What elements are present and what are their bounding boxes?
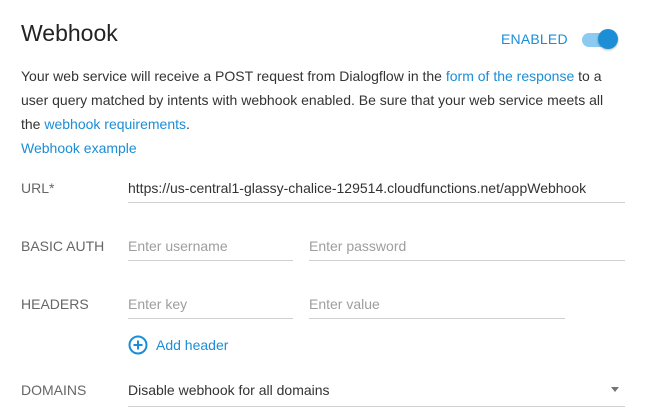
password-field-container [309, 234, 625, 261]
plus-circle-icon [128, 335, 148, 355]
form-of-response-link[interactable]: form of the response [446, 68, 574, 84]
password-input[interactable] [309, 234, 625, 258]
webhook-enabled-toggle[interactable] [582, 29, 618, 49]
headers-label: HEADERS [21, 296, 89, 312]
url-field-container [128, 176, 625, 203]
url-input[interactable] [128, 176, 625, 200]
toggle-thumb [598, 29, 618, 49]
caret-down-icon [611, 387, 619, 392]
header-key-input[interactable] [128, 292, 293, 316]
domains-label: DOMAINS [21, 382, 87, 398]
page-title: Webhook [21, 20, 118, 46]
domains-select[interactable]: Disable webhook for all domains [128, 380, 625, 407]
domains-selected-value: Disable webhook for all domains [128, 382, 330, 398]
description-text-3: . [186, 116, 190, 132]
description-text-1: Your web service will receive a POST req… [21, 68, 446, 84]
enabled-status-label: ENABLED [501, 31, 568, 47]
add-header-button[interactable]: Add header [128, 334, 228, 356]
webhook-requirements-link[interactable]: webhook requirements [44, 116, 186, 132]
add-header-label: Add header [156, 337, 229, 353]
username-field-container [128, 234, 293, 261]
basic-auth-label: BASIC AUTH [21, 238, 105, 254]
header-key-field-container [128, 292, 293, 319]
webhook-example-link[interactable]: Webhook example [21, 140, 137, 156]
username-input[interactable] [128, 234, 293, 258]
url-label: URL* [21, 180, 55, 196]
header-value-input[interactable] [309, 292, 565, 316]
webhook-description: Your web service will receive a POST req… [21, 64, 621, 136]
header-value-field-container [309, 292, 565, 319]
